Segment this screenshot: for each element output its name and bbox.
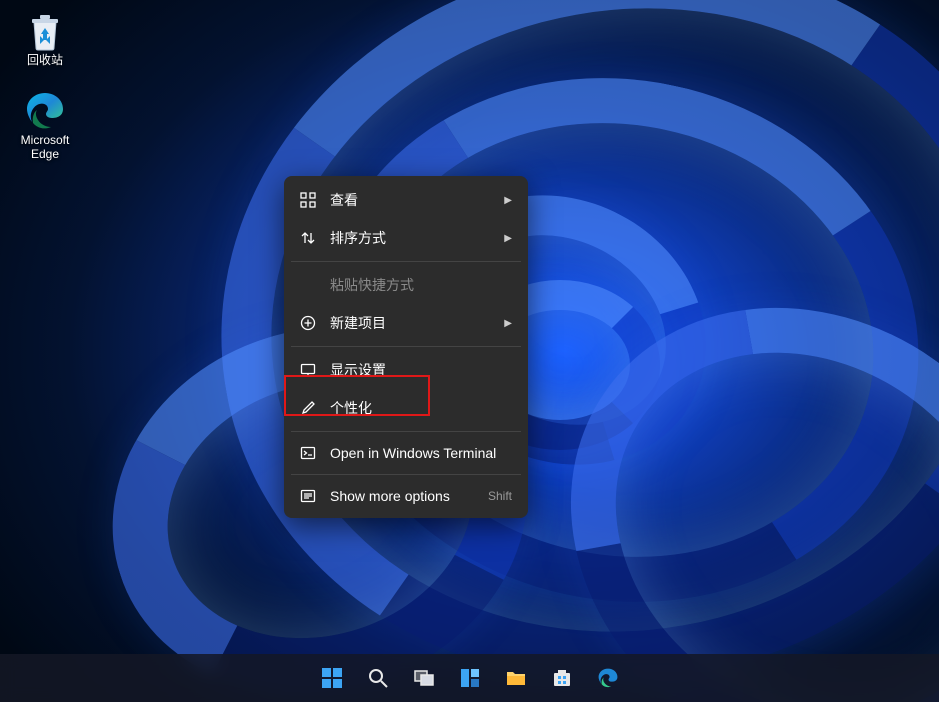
brush-icon xyxy=(300,400,316,416)
menu-item-new[interactable]: 新建项目 ▶ xyxy=(289,304,523,342)
terminal-icon xyxy=(300,445,316,461)
menu-separator xyxy=(291,431,521,432)
menu-item-open-terminal[interactable]: Open in Windows Terminal xyxy=(289,436,523,470)
menu-item-label: 排序方式 xyxy=(330,228,386,248)
menu-separator xyxy=(291,474,521,475)
sort-arrows-icon xyxy=(300,230,316,246)
menu-item-shortcut: Shift xyxy=(488,489,512,503)
menu-item-label: Open in Windows Terminal xyxy=(330,445,496,461)
chevron-right-icon: ▶ xyxy=(504,318,512,329)
edge-icon xyxy=(24,90,66,132)
menu-item-label: 显示设置 xyxy=(330,360,386,380)
desktop-icon-microsoft-edge[interactable]: Microsoft Edge xyxy=(8,88,82,164)
menu-item-display-settings[interactable]: 显示设置 xyxy=(289,351,523,389)
file-explorer-button[interactable] xyxy=(496,658,536,698)
blank-icon xyxy=(300,277,316,293)
menu-item-label: 粘贴快捷方式 xyxy=(330,275,414,295)
menu-item-paste-shortcut: 粘贴快捷方式 xyxy=(289,266,523,304)
menu-item-label: Show more options xyxy=(330,488,450,504)
menu-separator xyxy=(291,346,521,347)
plus-circle-icon xyxy=(300,315,316,331)
view-grid-icon xyxy=(300,192,316,208)
chevron-right-icon: ▶ xyxy=(504,195,512,206)
widgets-button[interactable] xyxy=(450,658,490,698)
menu-item-label: 新建项目 xyxy=(330,313,386,333)
desktop-context-menu: 查看 ▶ 排序方式 ▶ 粘贴快捷方式 新建项目 ▶ 显示设置 个性化 xyxy=(284,176,528,518)
start-button[interactable] xyxy=(312,658,352,698)
microsoft-store-button[interactable] xyxy=(542,658,582,698)
menu-item-label: 个性化 xyxy=(330,398,372,418)
menu-item-show-more-options[interactable]: Show more options Shift xyxy=(289,479,523,513)
recycle-bin-icon xyxy=(24,10,66,52)
edge-taskbar-button[interactable] xyxy=(588,658,628,698)
display-icon xyxy=(300,362,316,378)
desktop-icon-recycle-bin[interactable]: 回收站 xyxy=(8,8,82,70)
menu-item-view[interactable]: 查看 ▶ xyxy=(289,181,523,219)
search-button[interactable] xyxy=(358,658,398,698)
menu-item-label: 查看 xyxy=(330,190,358,210)
taskbar xyxy=(0,654,939,702)
desktop-icon-label: 回收站 xyxy=(27,54,63,68)
more-options-icon xyxy=(300,488,316,504)
chevron-right-icon: ▶ xyxy=(504,233,512,244)
desktop-icon-label: Microsoft Edge xyxy=(21,134,70,162)
task-view-button[interactable] xyxy=(404,658,444,698)
menu-item-sort[interactable]: 排序方式 ▶ xyxy=(289,219,523,257)
menu-separator xyxy=(291,261,521,262)
menu-item-personalize[interactable]: 个性化 xyxy=(289,389,523,427)
